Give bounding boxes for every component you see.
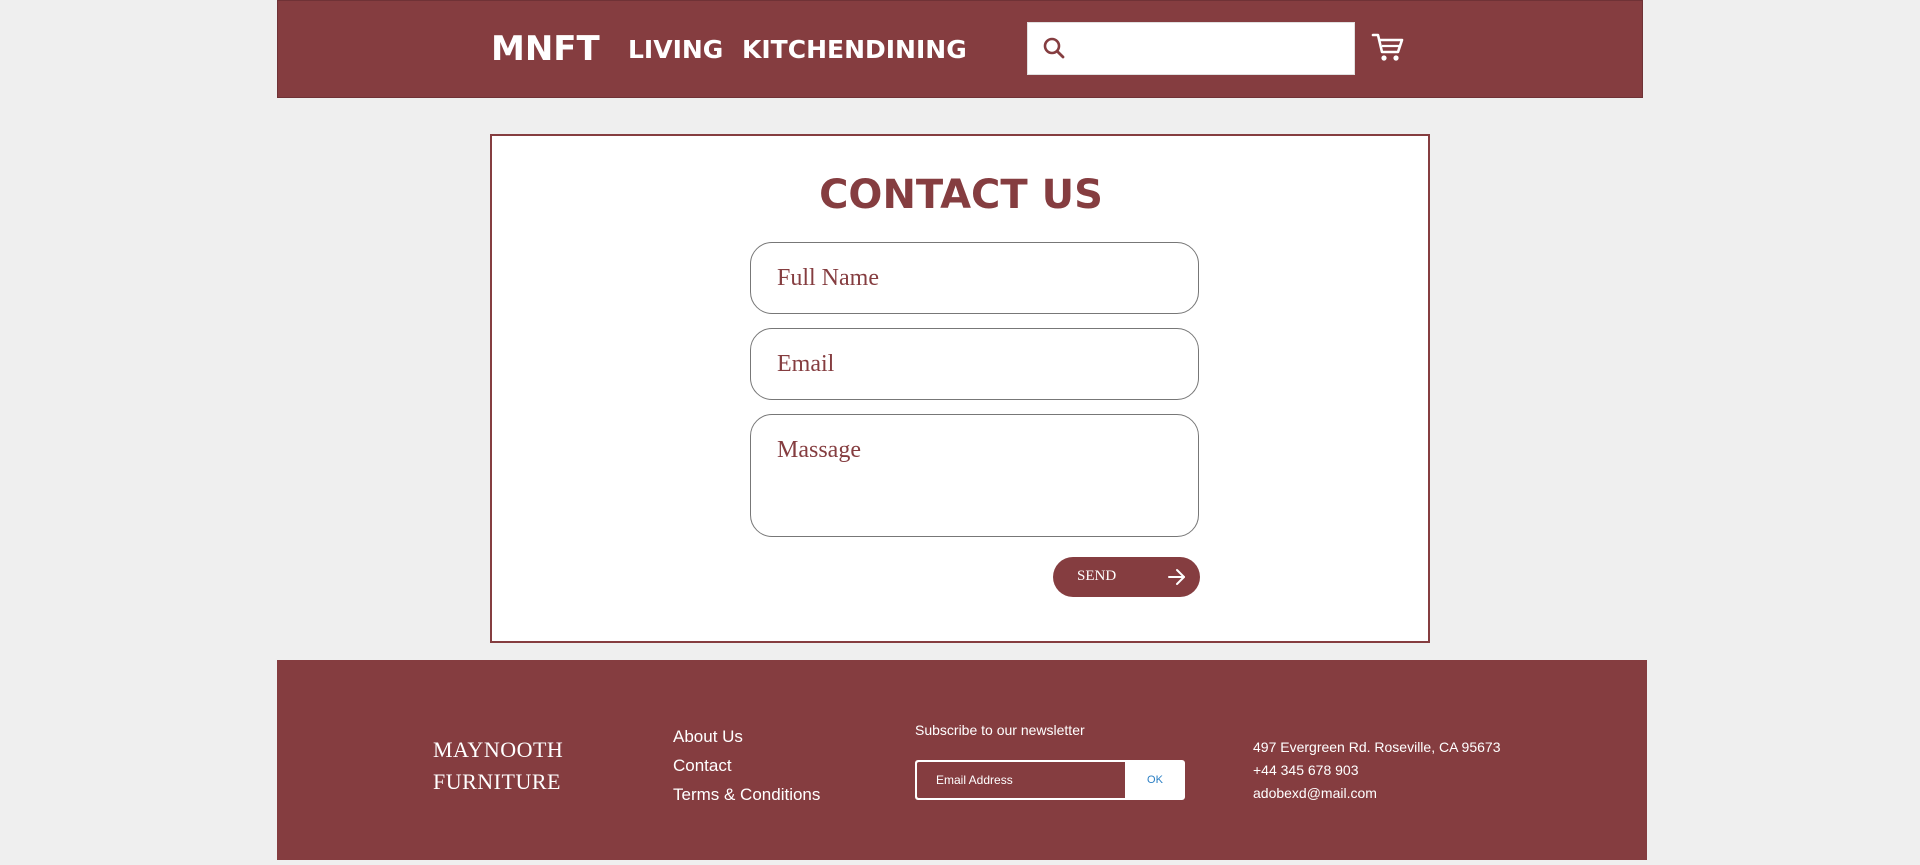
newsletter-label: Subscribe to our newsletter bbox=[915, 722, 1085, 738]
page-title: CONTACT US bbox=[819, 172, 1103, 218]
email-input[interactable] bbox=[777, 329, 1180, 399]
full-name-field[interactable] bbox=[750, 242, 1199, 314]
newsletter-email-input[interactable] bbox=[916, 761, 1126, 799]
search-icon[interactable] bbox=[1042, 36, 1066, 64]
footer-email: adobexd@mail.com bbox=[1253, 785, 1377, 801]
send-button[interactable]: SEND bbox=[1053, 557, 1200, 597]
message-field[interactable] bbox=[750, 414, 1199, 537]
full-name-input[interactable] bbox=[777, 243, 1180, 313]
site-footer: MAYNOOTH FURNITURE About Us Contact Term… bbox=[277, 660, 1647, 860]
search-box[interactable] bbox=[1027, 22, 1355, 75]
newsletter-form: OK bbox=[915, 760, 1185, 800]
nav-link-kitchen[interactable]: KITCHEN bbox=[742, 35, 865, 64]
newsletter-ok-button[interactable]: OK bbox=[1126, 761, 1184, 799]
site-header: MNFT LIVING KITCHEN DINING bbox=[277, 0, 1643, 98]
nav-link-dining[interactable]: DINING bbox=[865, 35, 967, 64]
footer-link-about[interactable]: About Us bbox=[673, 722, 820, 751]
message-textarea[interactable] bbox=[777, 437, 1180, 517]
footer-brand-line2: FURNITURE bbox=[433, 769, 561, 794]
footer-phone: +44 345 678 903 bbox=[1253, 762, 1359, 778]
cart-icon[interactable] bbox=[1370, 29, 1406, 69]
footer-link-terms[interactable]: Terms & Conditions bbox=[673, 780, 820, 809]
search-input[interactable] bbox=[1076, 31, 1345, 69]
footer-brand-line1: MAYNOOTH bbox=[433, 737, 564, 762]
send-button-label: SEND bbox=[1077, 568, 1117, 584]
contact-form-card: CONTACT US SEND bbox=[490, 134, 1430, 643]
site-logo[interactable]: MNFT bbox=[491, 29, 600, 69]
footer-links: About Us Contact Terms & Conditions bbox=[673, 722, 820, 809]
footer-contact-info: 497 Evergreen Rd. Roseville, CA 95673 +4… bbox=[1253, 736, 1500, 805]
footer-brand: MAYNOOTH FURNITURE bbox=[433, 734, 563, 798]
email-field[interactable] bbox=[750, 328, 1199, 400]
footer-address: 497 Evergreen Rd. Roseville, CA 95673 bbox=[1253, 739, 1501, 755]
arrow-right-icon bbox=[1167, 567, 1187, 592]
nav-link-living[interactable]: LIVING bbox=[628, 35, 723, 64]
footer-link-contact[interactable]: Contact bbox=[673, 751, 820, 780]
